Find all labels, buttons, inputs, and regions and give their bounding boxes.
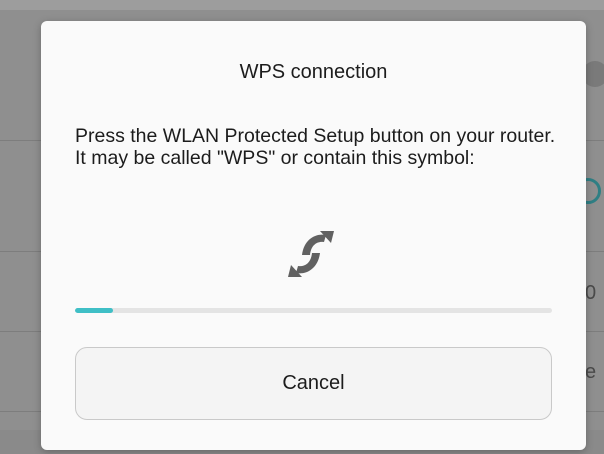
- dialog-message: Press the WLAN Protected Setup button on…: [75, 125, 556, 169]
- status-bar-strip: [0, 0, 604, 10]
- wps-dialog: WPS connection Press the WLAN Protected …: [41, 21, 586, 450]
- progress-bar: [75, 308, 552, 313]
- background-text-fragment: e: [585, 361, 597, 383]
- progress-fill: [75, 308, 114, 313]
- screen: 0 e WPS connection Press the WLAN Protec…: [0, 0, 604, 454]
- cancel-button[interactable]: Cancel: [75, 347, 552, 420]
- background-text-fragment: 0: [585, 282, 597, 304]
- wps-icon: [288, 231, 334, 277]
- dialog-title: WPS connection: [239, 61, 388, 83]
